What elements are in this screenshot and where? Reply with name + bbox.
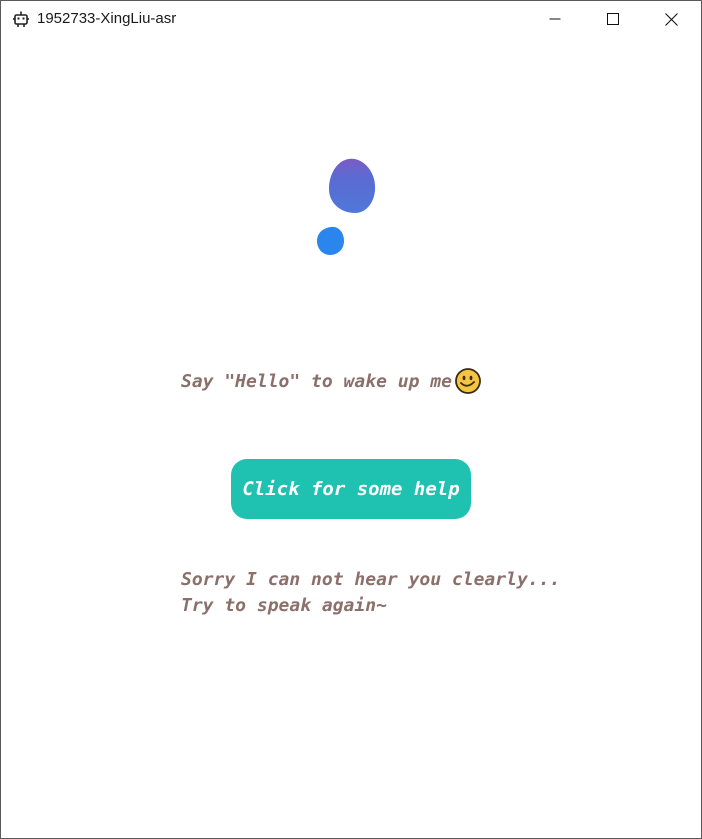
main-content: Say "Hello" to wake up me Click for some… [1,37,701,838]
robot-app-icon [12,10,30,28]
status-line-2: Try to speak again~ [181,595,387,616]
minimize-button[interactable] [526,1,584,37]
assistant-orb-icon[interactable] [311,155,391,265]
smiley-emoji-icon [454,367,482,395]
wake-prompt-text: Say "Hello" to wake up me [181,370,452,392]
maximize-button[interactable] [584,1,642,37]
title-bar[interactable]: 1952733-XingLiu-asr [1,1,701,37]
status-message: Sorry I can not hear you clearly... Try … [181,567,581,619]
close-icon [664,12,678,26]
minimize-icon [549,13,561,25]
status-line-1: Sorry I can not hear you clearly... [181,569,561,590]
help-button[interactable]: Click for some help [231,459,471,519]
window-title: 1952733-XingLiu-asr [37,10,177,27]
app-window: 1952733-XingLiu-asr Say "Hello" to wake … [0,0,702,839]
close-button[interactable] [642,1,700,37]
wake-prompt-row: Say "Hello" to wake up me [181,367,482,395]
maximize-icon [607,13,619,25]
